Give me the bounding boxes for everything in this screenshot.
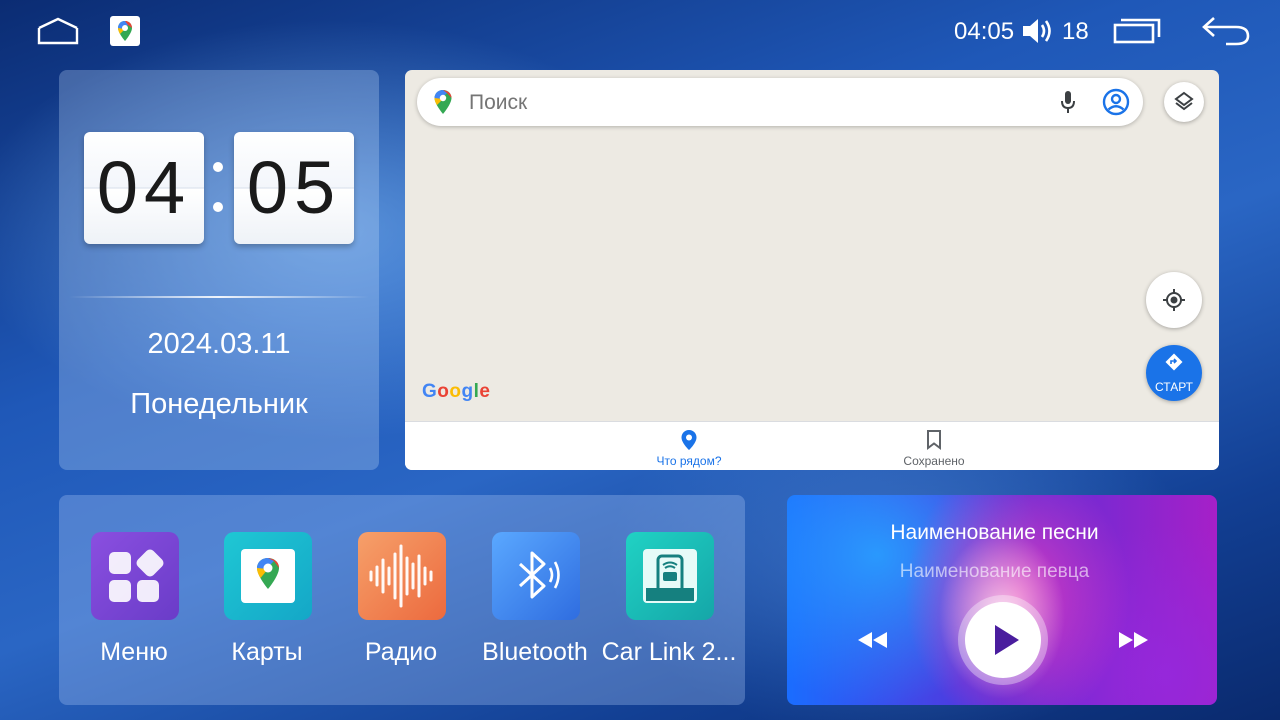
microphone-icon[interactable] bbox=[1059, 90, 1077, 114]
tab-explore[interactable]: Что рядом? bbox=[619, 422, 759, 470]
next-icon[interactable] bbox=[1117, 630, 1149, 650]
app-menu[interactable]: Меню bbox=[69, 532, 199, 672]
location-pin-icon bbox=[681, 430, 697, 450]
clock-minutes: 05 bbox=[234, 132, 354, 244]
map-layers-button[interactable] bbox=[1164, 82, 1204, 122]
app-radio[interactable]: Радио bbox=[336, 532, 466, 672]
start-label: СТАРТ bbox=[1155, 380, 1193, 394]
start-navigation-button[interactable]: СТАРТ bbox=[1146, 345, 1202, 401]
app-maps-label: Карты bbox=[231, 638, 303, 666]
play-button-inner bbox=[965, 602, 1041, 678]
map-search-input[interactable] bbox=[467, 78, 1031, 128]
play-button[interactable] bbox=[958, 595, 1048, 685]
tab-saved[interactable]: Сохранено bbox=[864, 422, 1004, 470]
clock-divider bbox=[69, 296, 369, 298]
app-menu-label: Меню bbox=[100, 638, 168, 666]
google-logo: Google bbox=[422, 381, 491, 402]
clock-widget[interactable]: 04 05 2024.03.11 Понедельник bbox=[59, 70, 379, 470]
car-link-icon bbox=[626, 532, 714, 620]
clock-date: 2024.03.11 bbox=[147, 328, 291, 360]
tab-saved-label: Сохранено bbox=[903, 454, 965, 468]
layers-icon bbox=[1174, 91, 1194, 111]
recents-icon[interactable] bbox=[1112, 16, 1162, 46]
radio-wave-icon bbox=[358, 532, 446, 620]
my-location-icon bbox=[1163, 289, 1185, 311]
artist-name: Наименование певца bbox=[899, 561, 1090, 582]
directions-icon bbox=[1165, 353, 1183, 371]
bookmark-icon bbox=[927, 430, 941, 450]
my-location-button[interactable] bbox=[1146, 272, 1202, 328]
google-maps-icon[interactable] bbox=[110, 16, 140, 46]
tab-explore-label: Что рядом? bbox=[656, 454, 722, 468]
play-icon bbox=[995, 625, 1019, 655]
volume-level: 18 bbox=[1062, 18, 1089, 45]
map-bottom-nav: Что рядом? Сохранено bbox=[405, 421, 1219, 470]
status-bar: 04:05 18 bbox=[0, 0, 1280, 62]
google-maps-icon bbox=[224, 532, 312, 620]
app-bluetooth[interactable]: Bluetooth bbox=[470, 532, 600, 672]
menu-grid-icon bbox=[91, 532, 179, 620]
app-maps[interactable]: Карты bbox=[202, 532, 332, 672]
account-icon[interactable] bbox=[1102, 88, 1130, 116]
app-shortcuts: Меню Карты Радио Bluetooth Car Link 2... bbox=[59, 495, 745, 705]
clock-colon bbox=[213, 162, 223, 214]
app-car-link-label: Car Link 2... bbox=[601, 638, 737, 666]
song-title: Наименование песни bbox=[890, 521, 1099, 544]
bluetooth-icon bbox=[492, 532, 580, 620]
previous-icon[interactable] bbox=[857, 630, 889, 650]
clock-weekday: Понедельник bbox=[130, 388, 308, 420]
volume-icon[interactable] bbox=[1021, 15, 1057, 47]
music-player-widget[interactable]: Наименование песни Наименование певца bbox=[787, 495, 1217, 705]
map-widget[interactable]: СТАРТ Google Что рядом? Сохранено bbox=[405, 70, 1219, 470]
map-search-bar[interactable] bbox=[417, 78, 1143, 128]
app-radio-label: Радио bbox=[364, 638, 438, 666]
back-icon[interactable] bbox=[1200, 14, 1252, 48]
clock-hours: 04 bbox=[84, 132, 204, 244]
google-maps-pin-icon bbox=[434, 90, 452, 114]
home-icon[interactable] bbox=[36, 16, 80, 46]
app-bluetooth-label: Bluetooth bbox=[482, 638, 588, 666]
app-car-link[interactable]: Car Link 2... bbox=[602, 532, 736, 672]
status-time: 04:05 bbox=[954, 18, 1015, 45]
